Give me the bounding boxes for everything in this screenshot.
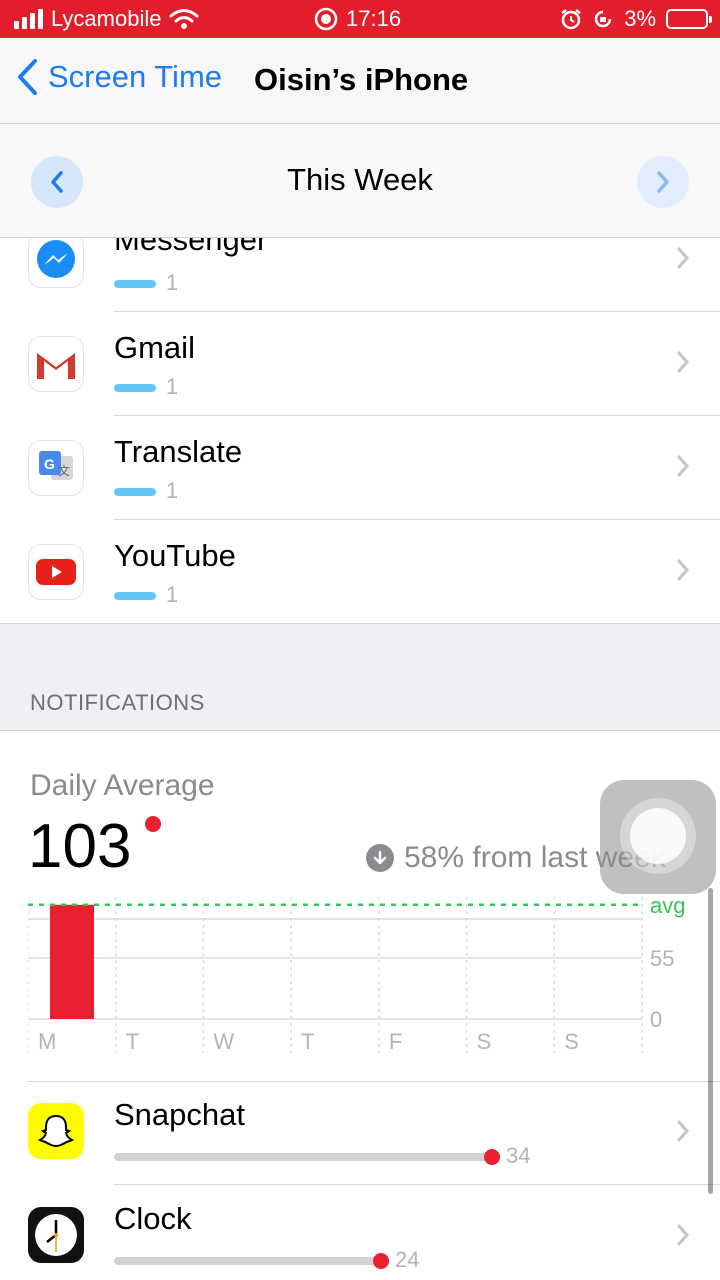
signal-icon bbox=[14, 9, 43, 29]
list-item[interactable]: Snapchat 34 bbox=[0, 1081, 720, 1185]
section-header-notifications: NOTIFICATIONS bbox=[30, 690, 205, 715]
usage-bar bbox=[114, 384, 156, 392]
chevron-right-icon bbox=[677, 351, 690, 373]
notification-bar bbox=[114, 1153, 492, 1161]
list-item[interactable]: G 文 Translate 1 bbox=[0, 416, 720, 520]
y-tick-label: 0 bbox=[650, 1007, 662, 1032]
wifi-icon bbox=[169, 9, 199, 29]
usage-value: 1 bbox=[166, 374, 179, 399]
gmail-icon bbox=[28, 336, 84, 392]
youtube-icon bbox=[28, 544, 84, 600]
navigation-bar: Screen Time Oisin’s iPhone bbox=[0, 38, 720, 124]
notification-dot bbox=[145, 816, 161, 832]
list-item[interactable]: Clock 24 bbox=[0, 1185, 720, 1280]
x-tick-label: F bbox=[389, 1029, 402, 1054]
chevron-right-icon bbox=[677, 1120, 690, 1142]
chevron-right-icon bbox=[657, 171, 669, 193]
usage-value: 1 bbox=[166, 270, 179, 295]
scroll-indicator[interactable] bbox=[708, 888, 713, 1194]
notification-bar-end bbox=[484, 1149, 500, 1165]
app-usage-list: Messenger 1 Gmail 1 G 文 Translate 1 YouT… bbox=[0, 208, 720, 624]
back-label: Screen Time bbox=[48, 59, 223, 94]
notification-count: 34 bbox=[506, 1143, 531, 1168]
usage-value: 1 bbox=[166, 582, 179, 607]
x-tick-label: S bbox=[477, 1029, 492, 1054]
daily-average-label: Daily Average bbox=[30, 769, 215, 802]
clock-icon bbox=[28, 1207, 84, 1263]
x-tick-label: W bbox=[213, 1029, 234, 1054]
svg-text:文: 文 bbox=[58, 463, 70, 478]
week-title: This Week bbox=[287, 162, 433, 197]
week-selector: This Week bbox=[0, 124, 720, 238]
x-tick-label: T bbox=[301, 1029, 314, 1054]
chevron-right-icon bbox=[677, 559, 690, 581]
assistive-touch-core bbox=[630, 808, 686, 864]
app-name: YouTube bbox=[114, 538, 236, 573]
status-bar: Lycamobile 17:16 3% bbox=[0, 0, 720, 38]
usage-bar bbox=[114, 488, 156, 496]
chart-plot: 0 55 avg M T W T F S S bbox=[27, 893, 685, 1054]
back-button[interactable]: Screen Time bbox=[16, 58, 222, 96]
x-tick-label: S bbox=[564, 1029, 579, 1054]
list-item[interactable]: Gmail 1 bbox=[0, 312, 720, 416]
alarm-icon bbox=[561, 9, 581, 30]
orientation-lock-icon bbox=[594, 10, 612, 28]
x-tick-label: T bbox=[126, 1029, 139, 1054]
app-name: Snapchat bbox=[114, 1097, 245, 1132]
notifications-chart: 0 55 avg M T W T F S S bbox=[27, 893, 718, 1057]
chevron-right-icon bbox=[677, 247, 690, 269]
chevron-right-icon bbox=[677, 1224, 690, 1246]
chevron-right-icon bbox=[677, 455, 690, 477]
daily-average-value: 103 bbox=[28, 812, 132, 881]
app-name: Translate bbox=[114, 434, 243, 469]
y-tick-label: 55 bbox=[650, 946, 674, 971]
list-item[interactable]: YouTube 1 bbox=[0, 520, 720, 624]
arrow-down-icon bbox=[366, 844, 394, 872]
back-chevron-icon bbox=[18, 59, 37, 95]
notification-count: 24 bbox=[395, 1247, 420, 1272]
usage-bar bbox=[114, 280, 156, 288]
battery-percent: 3% bbox=[624, 6, 656, 31]
assistive-touch-button[interactable] bbox=[600, 780, 716, 894]
app-name: Gmail bbox=[114, 330, 195, 365]
translate-icon: G 文 bbox=[28, 440, 84, 496]
battery-icon bbox=[666, 9, 712, 29]
x-tick-label: M bbox=[38, 1029, 56, 1054]
y-tick-label: avg bbox=[650, 897, 685, 918]
notification-bar-end bbox=[373, 1253, 389, 1269]
usage-bar bbox=[114, 592, 156, 600]
svg-text:G: G bbox=[44, 456, 55, 472]
snapchat-icon bbox=[28, 1103, 84, 1159]
next-week-button[interactable] bbox=[637, 156, 689, 208]
carrier-label: Lycamobile bbox=[51, 6, 162, 31]
record-icon bbox=[314, 7, 338, 31]
app-name: Clock bbox=[114, 1201, 192, 1236]
messenger-icon bbox=[28, 232, 84, 288]
notification-bar bbox=[114, 1257, 381, 1265]
clock-time: 17:16 bbox=[346, 6, 402, 31]
usage-value: 1 bbox=[166, 478, 179, 503]
chart-bar bbox=[50, 904, 94, 1019]
page-title: Oisin’s iPhone bbox=[254, 62, 469, 97]
